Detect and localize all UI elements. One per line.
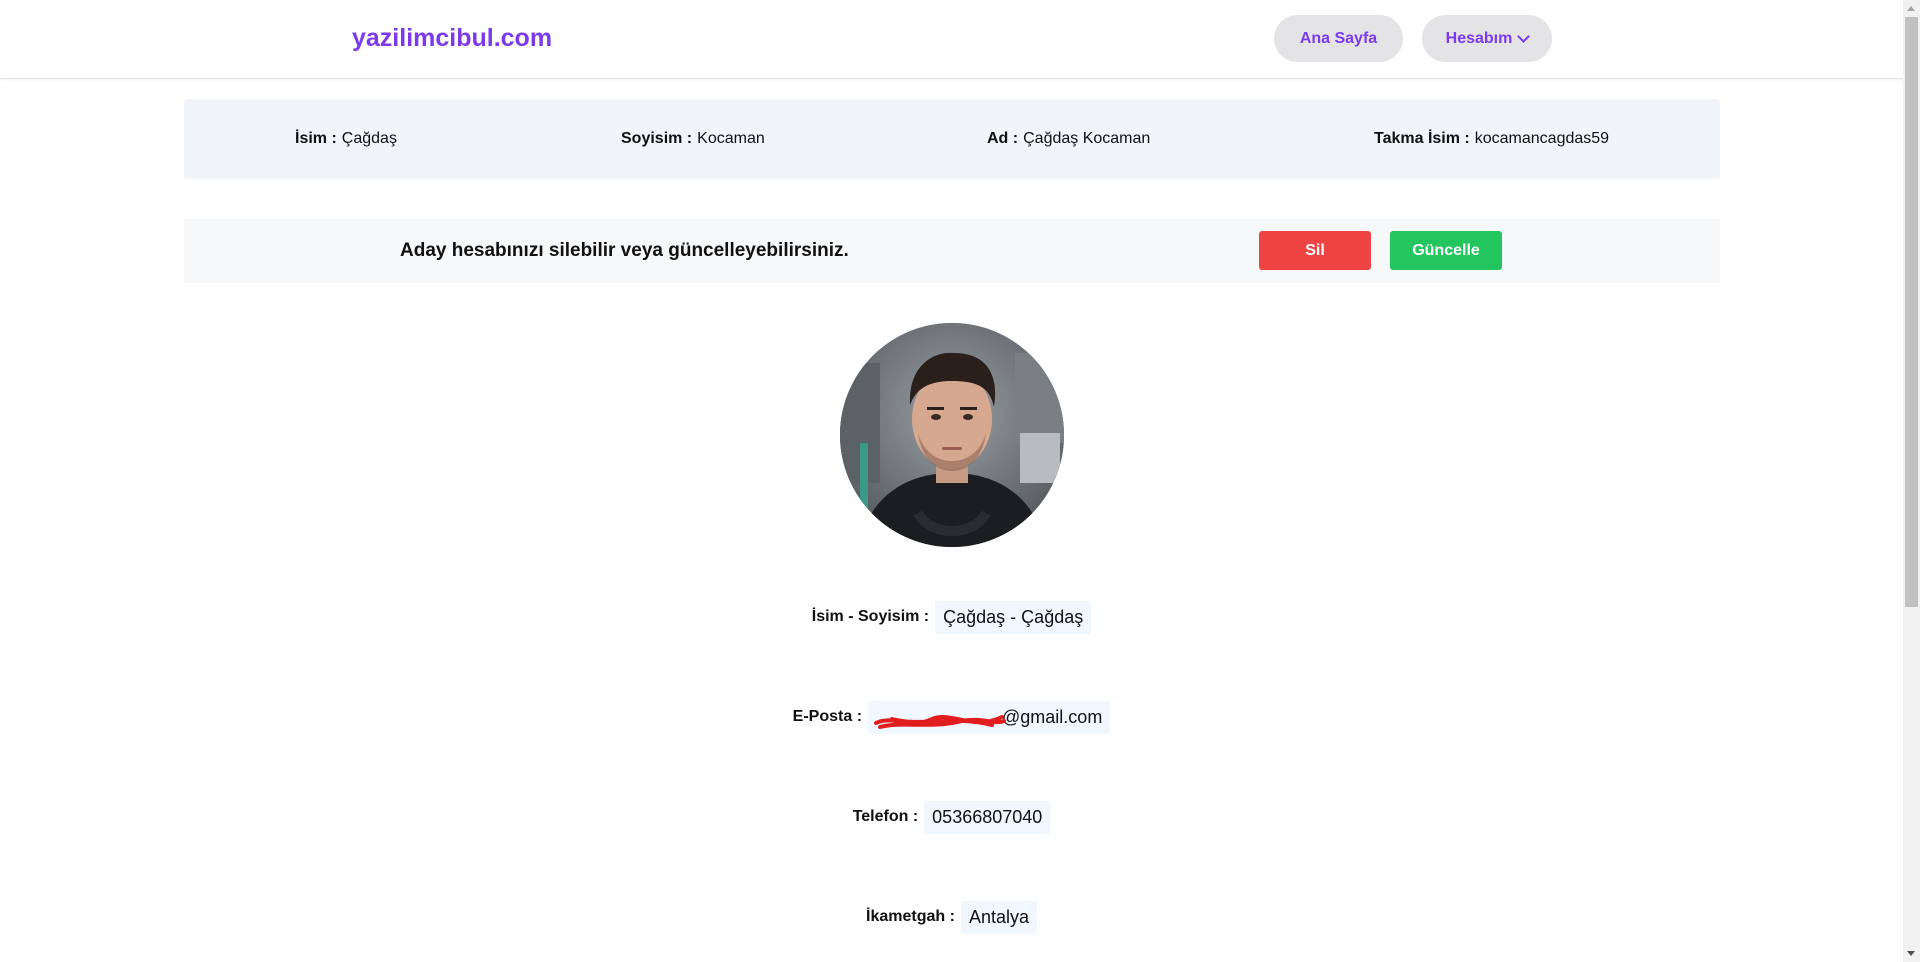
- brand-logo[interactable]: yazilimcibul.com: [352, 24, 552, 53]
- detail-row-residence: İkametgah : Antalya: [0, 897, 1903, 937]
- update-account-button[interactable]: Güncelle: [1390, 231, 1502, 270]
- nav-home-label: Ana Sayfa: [1299, 29, 1378, 47]
- page-scrollbar[interactable]: [1903, 0, 1920, 962]
- nav-home-button[interactable]: Ana Sayfa: [1274, 15, 1403, 62]
- detail-email-text: @gmail.com: [1002, 706, 1103, 727]
- detail-name-value: Çağdaş - Çağdaş: [935, 600, 1092, 634]
- info-full-name-value: Çağdaş Kocaman: [1023, 130, 1151, 147]
- info-nickname-value: kocamancagdas59: [1474, 130, 1610, 147]
- profile-photo-icon: [840, 323, 1064, 547]
- info-nickname-label: Takma İsim :: [1374, 130, 1470, 147]
- chevron-down-icon: [1517, 30, 1531, 43]
- scrollbar-thumb[interactable]: [1905, 17, 1918, 607]
- detail-row-phone: Telefon : 05366807040: [0, 797, 1903, 837]
- page: yazilimcibul.com Ana Sayfa Hesabım İsim …: [0, 0, 1920, 962]
- info-first-name-label: İsim :: [295, 130, 337, 147]
- info-full-name-label: Ad :: [987, 130, 1019, 147]
- detail-phone-value: 05366807040: [924, 800, 1051, 834]
- nav-account-label: Hesabım: [1445, 29, 1513, 47]
- detail-row-name: İsim - Soyisim : Çağdaş - Çağdaş: [0, 597, 1903, 637]
- detail-residence-label: İkametgah :: [866, 908, 955, 925]
- info-last-name-value: Kocaman: [697, 130, 765, 147]
- nav-account-dropdown[interactable]: Hesabım: [1422, 15, 1552, 62]
- info-first-name: İsim : Çağdaş: [295, 99, 397, 179]
- detail-phone-label: Telefon :: [852, 808, 919, 825]
- info-nickname: Takma İsim : kocamancagdas59: [1374, 99, 1609, 179]
- detail-name-label: İsim - Soyisim :: [811, 608, 930, 625]
- detail-residence-value: Antalya: [960, 900, 1037, 934]
- detail-email-label: E-Posta :: [792, 708, 863, 725]
- scroll-up-arrow-icon[interactable]: [1907, 6, 1915, 11]
- top-navbar: yazilimcibul.com Ana Sayfa Hesabım: [0, 0, 1903, 79]
- profile-avatar: [840, 323, 1064, 547]
- detail-email-value: @gmail.com: [868, 700, 1111, 734]
- delete-account-button[interactable]: Sil: [1259, 231, 1371, 270]
- scroll-down-arrow-icon[interactable]: [1907, 951, 1915, 956]
- account-action-bar: Aday hesabınızı silebilir veya güncelley…: [184, 219, 1720, 283]
- detail-row-email: E-Posta : @gmail.com: [0, 697, 1903, 737]
- account-action-message: Aday hesabınızı silebilir veya güncelley…: [400, 240, 849, 261]
- user-info-bar: İsim : Çağdaş Soyisim : Kocaman Ad : Çağ…: [184, 99, 1720, 179]
- redaction-scribble-icon: [874, 714, 1007, 729]
- info-last-name: Soyisim : Kocaman: [621, 99, 765, 179]
- info-first-name-value: Çağdaş: [341, 130, 397, 147]
- info-full-name: Ad : Çağdaş Kocaman: [987, 99, 1150, 179]
- info-last-name-label: Soyisim :: [621, 130, 693, 147]
